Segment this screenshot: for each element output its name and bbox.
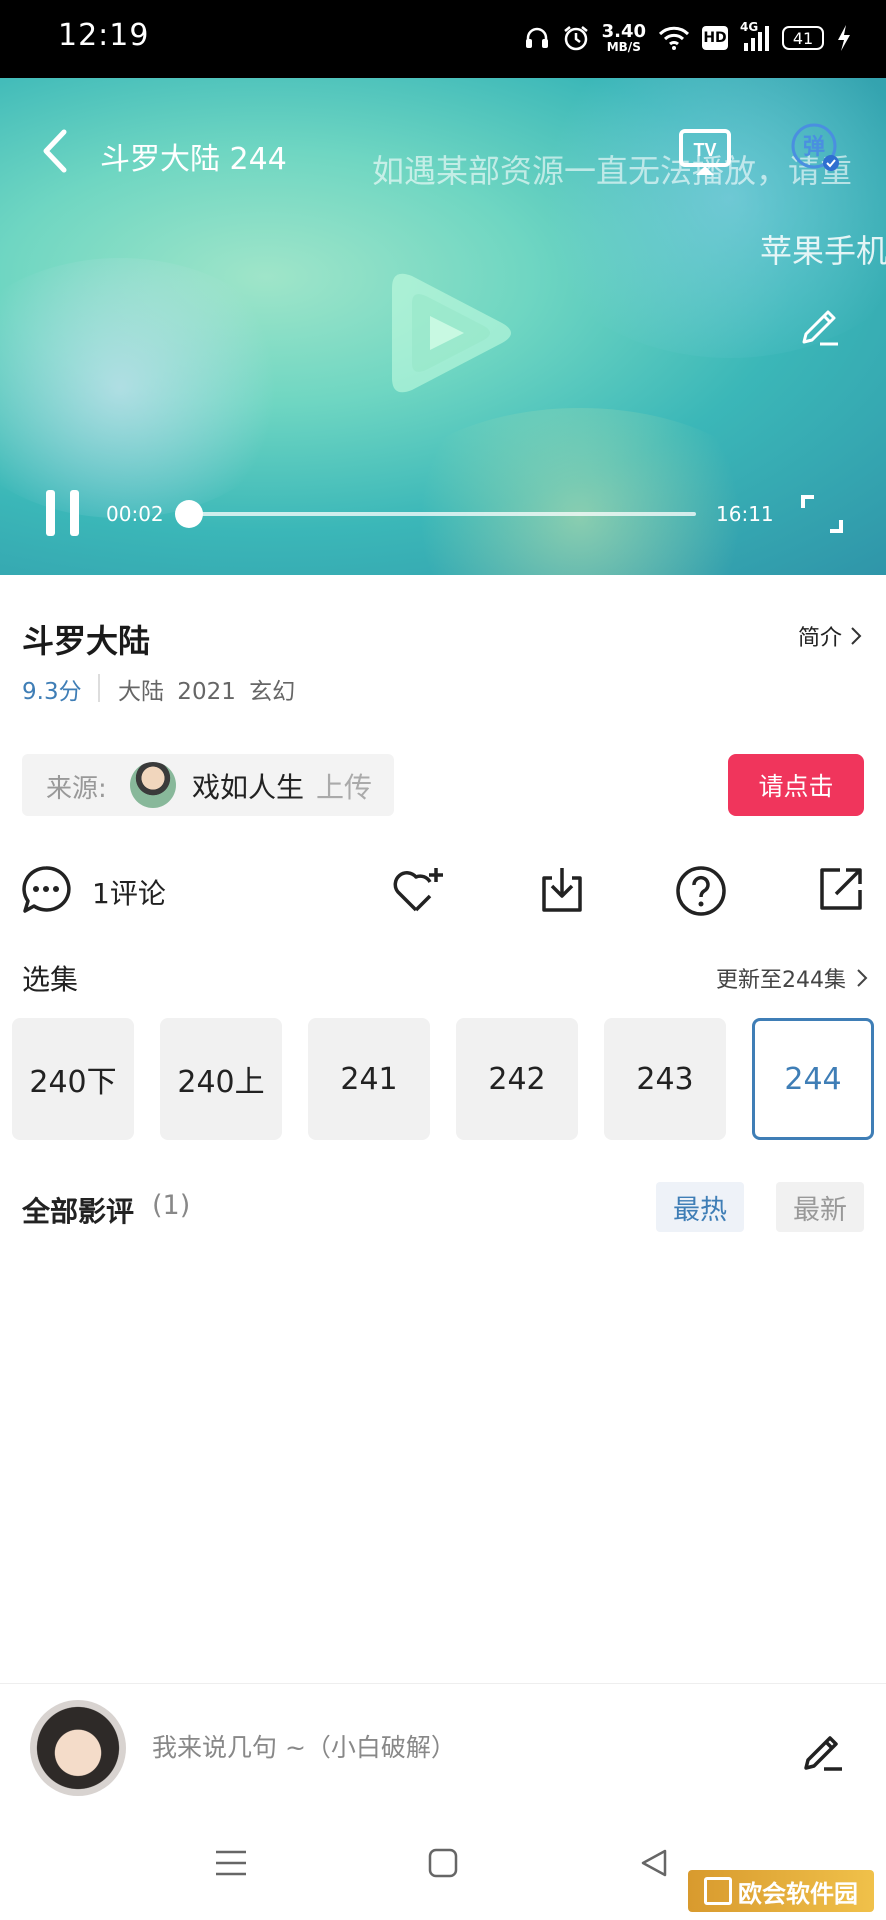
network-speed-value: 3.40 [601,21,646,42]
video-title: 斗罗大陆 244 [100,142,287,177]
episodes-more-link[interactable]: 更新至244集 [716,962,868,994]
reviews-count: (1) [152,1190,191,1221]
watermark-logo: 欧会软件园 [688,1870,874,1912]
status-icons: 3.40 MB/S HD 4G 41 [524,16,852,60]
chevron-right-icon [851,627,862,645]
status-bar: 12:19 3.40 MB/S HD 4G 41 [0,0,886,78]
alarm-icon [562,24,590,52]
show-title: 斗罗大陆 [22,622,151,660]
hd-badge: HD [702,26,728,50]
request-button[interactable]: 请点击 [728,754,864,816]
episodes-label: 选集 [22,963,79,996]
sort-new-tab[interactable]: 最新 [776,1182,864,1232]
uploader-name[interactable]: 戏如人生 [192,766,304,806]
watermark-text: 欧会软件园 [738,1879,858,1908]
chevron-right-icon [857,969,868,987]
danmaku-toggle-label: 弹 [803,135,825,160]
intro-label: 简介 [798,626,843,651]
fullscreen-icon[interactable] [800,494,844,534]
rating-score: 9.3分 [22,679,82,705]
edit-danmaku-icon[interactable] [796,302,842,348]
comment-input[interactable]: 我来说几句 ~（小白破解） [152,1728,456,1764]
network-speed: 3.40 MB/S [601,21,646,54]
favorite-add-icon[interactable] [390,862,446,918]
tv-cast-label: TV [693,140,716,160]
battery-indicator: 41 [782,26,824,50]
progress-bar[interactable] [175,500,696,528]
meta-divider [98,674,100,702]
comment-icon[interactable] [20,864,72,916]
comment-count[interactable]: 1评论 [92,872,166,912]
show-meta: 大陆 2021 玄幻 [118,679,296,705]
charging-icon [836,24,852,52]
source-box[interactable]: 来源: 戏如人生 上传 [22,754,394,816]
danmaku-toggle-icon[interactable]: 弹 [790,122,842,174]
episode-chip[interactable]: 242 [456,1018,578,1140]
video-player[interactable]: 斗罗大陆 244 如遇某部资源一直无法播放，请重 苹果手机 TV 弹 00:02… [0,78,886,575]
comment-bar-divider [0,1683,886,1684]
watermark-mark-icon [704,1877,732,1905]
nav-menu-icon[interactable] [214,1848,248,1878]
uploader-avatar[interactable] [130,762,176,808]
episode-chip[interactable]: 240下 [12,1018,134,1140]
network-speed-unit: MB/S [606,40,641,54]
help-icon[interactable] [674,864,728,918]
nav-home-icon[interactable] [428,1848,458,1878]
danmaku-comment: 如遇某部资源一直无法播放，请重 [372,152,853,190]
wifi-icon [658,25,690,51]
status-time: 12:19 [58,18,150,53]
signal-icon: 4G [740,20,770,53]
upload-suffix: 上传 [316,771,373,804]
share-icon[interactable] [816,864,866,914]
download-icon[interactable] [536,864,588,916]
nav-back-icon[interactable] [640,1848,668,1878]
video-app-logo [372,258,532,408]
episode-chip[interactable]: 240上 [160,1018,282,1140]
danmaku-comment: 苹果手机 [760,232,886,270]
episode-chip[interactable]: 241 [308,1018,430,1140]
headphones-icon [524,25,550,51]
source-label: 来源: [46,774,107,804]
current-time: 00:02 [106,502,164,526]
user-avatar[interactable] [30,1700,126,1796]
total-time: 16:11 [716,502,774,526]
pause-icon[interactable] [46,490,80,536]
progress-thumb[interactable] [175,500,204,528]
sort-hot-tab[interactable]: 最热 [656,1182,744,1232]
signal-type: 4G [740,20,759,34]
tv-cast-icon[interactable]: TV [678,128,732,178]
episode-chip[interactable]: 243 [604,1018,726,1140]
reviews-label: 全部影评 [22,1195,135,1228]
episodes-update-text: 更新至244集 [716,968,846,993]
intro-link[interactable]: 简介 [798,620,862,652]
compose-icon[interactable] [800,1726,846,1772]
back-arrow-icon[interactable] [36,126,76,176]
episode-chip-active[interactable]: 244 [752,1018,874,1140]
